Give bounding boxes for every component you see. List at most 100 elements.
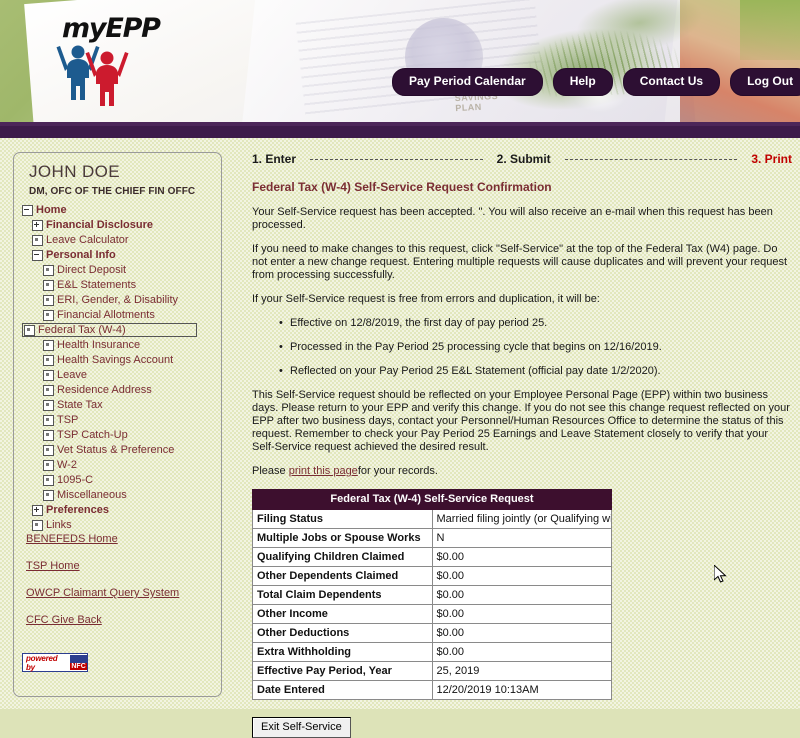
table-cell-label: Multiple Jobs or Spouse Works	[252, 528, 433, 548]
tree-leaf-icon[interactable]	[43, 309, 54, 321]
print-page-line: Please print this pagefor your records.	[252, 465, 792, 478]
main-content: 1. Enter 2. Submit 3. Print Federal Tax …	[252, 152, 792, 738]
sidebar-link-tsp-home[interactable]: TSP Home	[26, 560, 216, 572]
tree-item-eri-gender-disability[interactable]: ERI, Gender, & Disability	[22, 293, 217, 307]
tree-leaf-icon[interactable]	[43, 399, 54, 411]
step-2-submit[interactable]: 2. Submit	[497, 152, 551, 166]
tree-item-financial-disclosure[interactable]: Financial Disclosure	[22, 218, 217, 232]
tree-item-financial-allotments[interactable]: Financial Allotments	[22, 308, 217, 322]
tree-item-w-2[interactable]: W-2	[22, 458, 217, 472]
tree-item-leave[interactable]: Leave	[22, 368, 217, 382]
tree-leaf-icon[interactable]	[43, 339, 54, 351]
nav-contact-us-button[interactable]: Contact Us	[622, 68, 721, 96]
tree-leaf-icon[interactable]	[43, 279, 54, 291]
tree-item-e-l-statements[interactable]: E&L Statements	[22, 278, 217, 292]
table-header-row: Federal Tax (W-4) Self-Service Request	[252, 489, 612, 510]
tree-item-label: TSP	[57, 414, 79, 426]
tree-leaf-icon[interactable]	[43, 264, 54, 276]
table-row: Other Dependents Claimed $0.00	[252, 566, 612, 586]
collapse-icon[interactable]	[22, 204, 33, 216]
tree-item-label: Leave Calculator	[46, 234, 129, 246]
tree-leaf-icon[interactable]	[43, 444, 54, 456]
confirmation-bullet-list: Effective on 12/8/2019, the first day of…	[252, 317, 792, 378]
tree-leaf-icon[interactable]	[32, 234, 43, 246]
tree-item-residence-address[interactable]: Residence Address	[22, 383, 217, 397]
tree-item-label: E&L Statements	[57, 279, 137, 291]
bullet-item: Effective on 12/8/2019, the first day of…	[279, 317, 792, 330]
tree-leaf-icon[interactable]	[43, 354, 54, 366]
tree-leaf-icon[interactable]	[43, 414, 54, 426]
table-cell-value: $0.00	[431, 642, 612, 662]
tree-item-label: Health Savings Account	[57, 354, 174, 366]
tree-item-preferences[interactable]: Preferences	[22, 503, 217, 517]
sidebar-link-cfc-give-back[interactable]: CFC Give Back	[26, 614, 216, 626]
table-row: Date Entered 12/20/2019 10:13AM	[252, 680, 612, 700]
tree-item-home[interactable]: Home	[22, 203, 217, 217]
table-cell-label: Other Dependents Claimed	[252, 566, 433, 586]
user-organization: DM, OFC OF THE CHIEF FIN OFFC	[29, 186, 196, 197]
tree-leaf-icon[interactable]	[32, 519, 43, 531]
top-navigation: Pay Period Calendar Help Contact Us Log …	[392, 68, 800, 96]
expand-icon[interactable]	[32, 504, 43, 516]
tree-item-tsp[interactable]: TSP	[22, 413, 217, 427]
tree-item-label: Preferences	[46, 504, 109, 516]
tree-item-label: W-2	[57, 459, 77, 471]
page-title: Federal Tax (W-4) Self-Service Request C…	[252, 180, 552, 194]
table-row: Other Income $0.00	[252, 604, 612, 624]
nav-log-out-button[interactable]: Log Out	[730, 68, 800, 96]
tree-item-label: Residence Address	[57, 384, 152, 396]
powered-by-badge: powered by NFC	[22, 653, 88, 672]
tree-item-personal-info[interactable]: Personal Info	[22, 248, 217, 262]
tree-item-label: Financial Disclosure	[46, 219, 153, 231]
table-row: Extra Withholding $0.00	[252, 642, 612, 662]
tree-item-label: Home	[36, 204, 67, 216]
print-this-page-link[interactable]: print this page	[289, 465, 358, 477]
tree-item-leave-calculator[interactable]: Leave Calculator	[22, 233, 217, 247]
table-cell-value: $0.00	[431, 604, 612, 624]
tree-item-health-savings-account[interactable]: Health Savings Account	[22, 353, 217, 367]
tree-item-health-insurance[interactable]: Health Insurance	[22, 338, 217, 352]
tree-item-miscellaneous[interactable]: Miscellaneous	[22, 488, 217, 502]
banner-divider-highlight	[0, 122, 800, 126]
tree-item-1095-c[interactable]: 1095-C	[22, 473, 217, 487]
tree-item-tsp-catch-up[interactable]: TSP Catch-Up	[22, 428, 217, 442]
sidebar-panel: JOHN DOE DM, OFC OF THE CHIEF FIN OFFC H…	[13, 152, 222, 697]
step-3-print[interactable]: 3. Print	[751, 152, 792, 166]
confirmation-paragraph-3: If your Self-Service request is free fro…	[252, 293, 600, 305]
expand-icon[interactable]	[32, 219, 43, 231]
step-1-enter[interactable]: 1. Enter	[252, 152, 296, 166]
tree-item-vet-status-preference[interactable]: Vet Status & Preference	[22, 443, 217, 457]
sidebar-link-owcp-claimant-query-system[interactable]: OWCP Claimant Query System	[26, 587, 216, 599]
tree-leaf-icon[interactable]	[43, 369, 54, 381]
tree-item-state-tax[interactable]: State Tax	[22, 398, 217, 412]
table-cell-label: Extra Withholding	[252, 642, 433, 662]
tree-leaf-icon[interactable]	[43, 294, 54, 306]
tree-item-links[interactable]: Links	[22, 518, 217, 532]
tree-item-label: Health Insurance	[57, 339, 141, 351]
table-row: Other Deductions $0.00	[252, 623, 612, 643]
tree-item-label: 1095-C	[57, 474, 94, 486]
table-cell-label: Date Entered	[252, 680, 433, 700]
tree-item-label: Direct Deposit	[57, 264, 127, 276]
sidebar-link-benefeds-home[interactable]: BENEFEDS Home	[26, 533, 216, 545]
tree-leaf-icon[interactable]	[43, 474, 54, 486]
table-header-title: Federal Tax (W-4) Self-Service Request	[252, 489, 612, 510]
tree-leaf-icon[interactable]	[43, 429, 54, 441]
tree-leaf-icon[interactable]	[43, 459, 54, 471]
table-cell-label: Filing Status	[252, 509, 433, 529]
confirmation-paragraph-2: If you need to make changes to this requ…	[252, 243, 788, 281]
myepp-logo[interactable]: myEPP	[45, 2, 175, 112]
tree-leaf-icon[interactable]	[24, 324, 35, 336]
tree-leaf-icon[interactable]	[43, 384, 54, 396]
table-row: Qualifying Children Claimed $0.00	[252, 547, 612, 567]
tree-item-label: State Tax	[57, 399, 103, 411]
collapse-icon[interactable]	[32, 249, 43, 261]
table-cell-value: $0.00	[431, 566, 612, 586]
tree-item-direct-deposit[interactable]: Direct Deposit	[22, 263, 217, 277]
nav-pay-period-calendar-button[interactable]: Pay Period Calendar	[392, 68, 543, 96]
exit-self-service-button[interactable]: Exit Self-Service	[252, 717, 351, 738]
tree-item-federal-tax-w-4[interactable]: Federal Tax (W-4)	[22, 323, 197, 337]
tree-leaf-icon[interactable]	[43, 489, 54, 501]
table-cell-value: Married filing jointly (or Qualifying wi…	[431, 509, 612, 529]
nav-help-button[interactable]: Help	[552, 68, 613, 96]
